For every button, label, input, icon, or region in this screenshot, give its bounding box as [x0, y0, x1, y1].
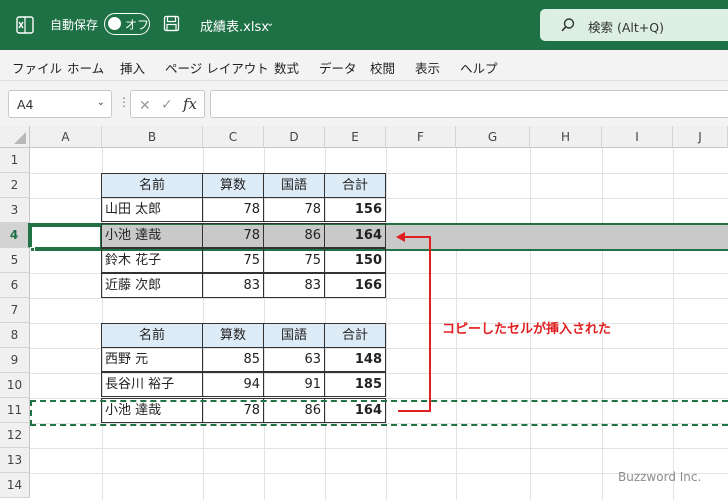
- chevron-down-icon[interactable]: ⌄: [266, 18, 274, 29]
- more-options-icon[interactable]: ⋮: [118, 95, 130, 109]
- formula-bar: A4 ⌄ ⋮ ✕ ✓ fx: [0, 80, 728, 126]
- menu-file[interactable]: ファイル: [12, 58, 62, 77]
- title-bar: 自動保存 オフ 成績表.xlsx ⌄ 検索 (Alt+Q): [0, 0, 728, 50]
- menu-review[interactable]: 校閲: [370, 58, 395, 77]
- annotation-arrow: [396, 232, 431, 412]
- toggle-knob: [108, 17, 121, 30]
- menu-formulas[interactable]: 数式: [274, 58, 299, 77]
- excel-icon: [16, 16, 34, 34]
- name-box-value: A4: [17, 97, 34, 112]
- watermark: Buzzword Inc.: [618, 470, 702, 484]
- autosave-toggle[interactable]: オフ: [104, 13, 150, 35]
- file-name[interactable]: 成績表.xlsx: [200, 16, 269, 35]
- name-box[interactable]: A4 ⌄: [8, 90, 112, 118]
- chevron-down-icon[interactable]: ⌄: [97, 97, 105, 108]
- check-icon[interactable]: ✓: [161, 97, 173, 113]
- menu-view[interactable]: 表示: [415, 58, 440, 77]
- annotation-text: コピーしたセルが挿入された: [442, 322, 612, 337]
- search-box[interactable]: 検索 (Alt+Q): [540, 9, 728, 41]
- menu-home[interactable]: ホーム: [67, 58, 104, 77]
- autosave-label: 自動保存: [50, 18, 99, 32]
- insert-function-button[interactable]: fx: [183, 95, 197, 113]
- search-placeholder: 検索 (Alt+Q): [588, 20, 664, 35]
- spreadsheet-grid: A B C D E F G H I J 1 2 3 4 5 6 7 8 9 10…: [0, 126, 728, 500]
- save-icon[interactable]: [163, 15, 180, 32]
- cancel-icon[interactable]: ✕: [139, 98, 151, 114]
- menu-page-layout[interactable]: ページ レイアウト: [165, 58, 269, 77]
- formula-input[interactable]: [210, 90, 728, 118]
- search-icon: [561, 18, 575, 32]
- menu-help[interactable]: ヘルプ: [460, 58, 498, 77]
- menu-data[interactable]: データ: [319, 58, 357, 77]
- menu-bar: ファイル ホーム 挿入 ページ レイアウト 数式 データ 校閲 表示 ヘルプ: [0, 50, 728, 80]
- autosave-toggle-label: オフ: [125, 18, 150, 32]
- formula-buttons: ✕ ✓ fx: [130, 90, 205, 118]
- menu-insert[interactable]: 挿入: [120, 58, 145, 77]
